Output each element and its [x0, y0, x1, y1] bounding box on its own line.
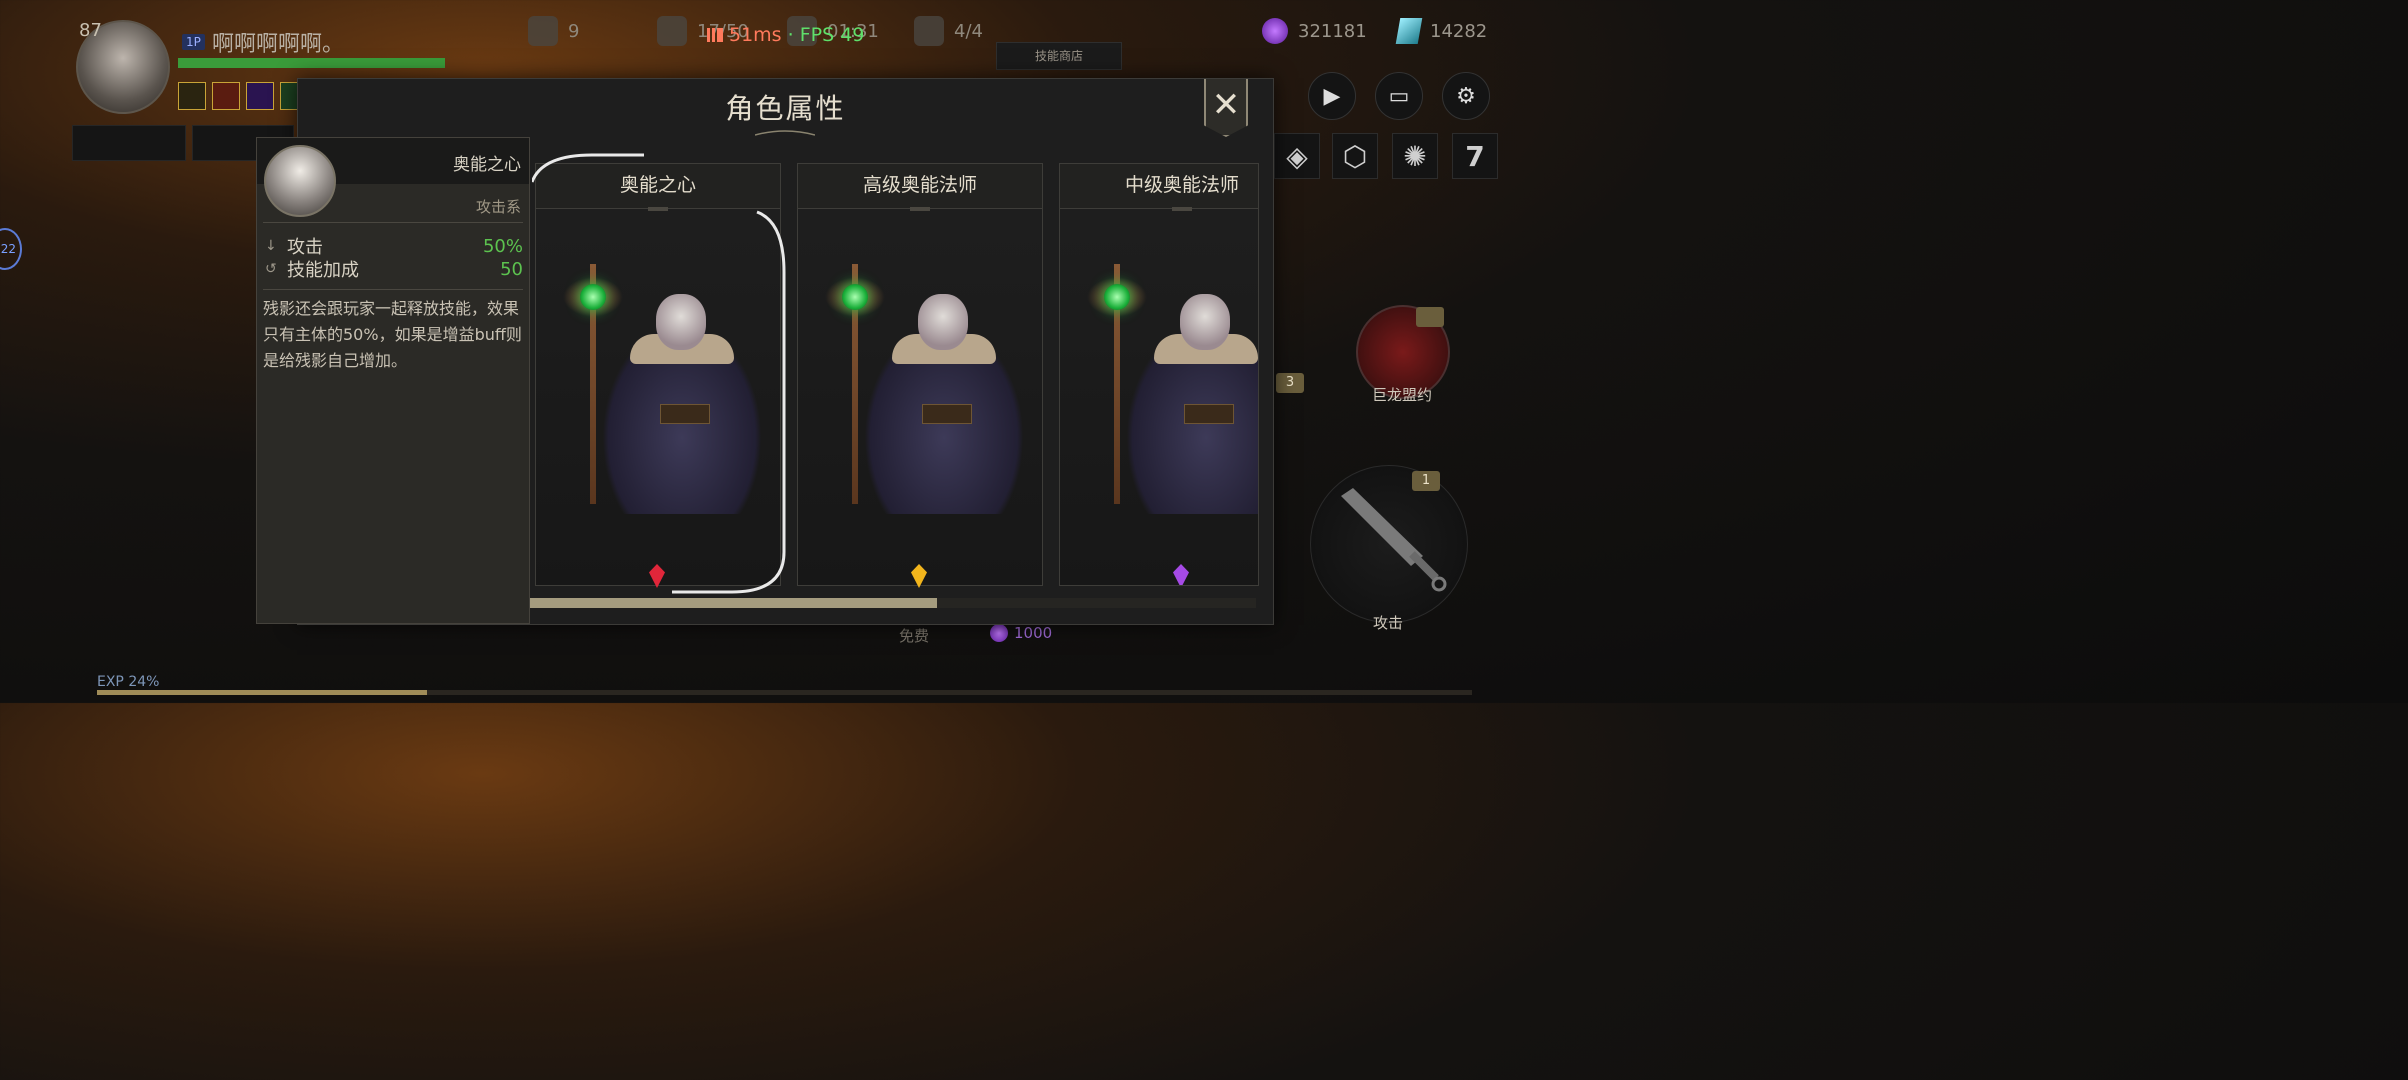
player-name: 啊啊啊啊啊。	[212, 32, 345, 57]
dialog-title: 角色属性	[725, 92, 846, 125]
hud-stat-wave: 4/4	[914, 16, 983, 46]
gear-button[interactable]: ⚙	[1442, 72, 1490, 120]
green-orb	[842, 284, 868, 310]
ping-value: 51ms	[729, 24, 782, 46]
mage-head	[1180, 294, 1230, 350]
mage-belt	[922, 404, 972, 424]
rarity-gem-icon	[1173, 564, 1189, 585]
skill-slot-1[interactable]: ◈	[1274, 133, 1320, 179]
player-hp-bar	[178, 58, 445, 68]
mage-belt	[1184, 404, 1234, 424]
buff-eye-icon[interactable]	[246, 82, 274, 110]
sword-icon	[1341, 488, 1447, 592]
dragon-badge	[1416, 307, 1444, 327]
mage-head	[918, 294, 968, 350]
purple-gem-icon	[1262, 18, 1288, 44]
hud-stat-fist: 9	[528, 16, 579, 46]
hud-tab-character[interactable]	[72, 125, 186, 161]
purple-gem-counter: 321181	[1262, 18, 1367, 44]
player-slot-badge: 1P	[182, 34, 205, 50]
teal-crystal-counter: 14282	[1395, 18, 1488, 44]
exp-label: EXP 24%	[97, 674, 160, 690]
divider	[263, 289, 523, 290]
free-label: 免费	[899, 627, 930, 645]
skill-shop-button[interactable]: 技能商店	[996, 42, 1122, 70]
attack-button[interactable]	[1310, 465, 1468, 623]
card-title: 高级奥能法师	[798, 164, 1042, 209]
character-type: 攻击系	[475, 198, 521, 216]
rarity-gem-icon	[911, 564, 927, 588]
selection-glow	[532, 153, 786, 594]
buff-paw-icon[interactable]	[178, 82, 206, 110]
attack-label: 攻击	[1373, 614, 1404, 632]
character-portrait	[264, 145, 336, 217]
fist-icon	[528, 16, 558, 46]
divider	[263, 222, 523, 223]
heart-icon	[657, 16, 687, 46]
stat-row-skill-bonus: ↺ 技能加成 50	[265, 256, 523, 282]
swirl-icon: ↺	[265, 261, 277, 277]
display-settings-button[interactable]: ▭	[1375, 72, 1423, 120]
skill-slot-3[interactable]: ✺	[1392, 133, 1438, 179]
purple-gem-icon	[990, 624, 1008, 642]
cost-value: 1000	[1014, 624, 1053, 642]
teal-crystal-icon	[1395, 18, 1423, 44]
card-ornament	[1172, 207, 1192, 211]
stat-value: 50%	[482, 235, 523, 257]
dragon-pact-label: 巨龙盟约	[1372, 386, 1433, 404]
skill-slot-4[interactable]: 7	[1452, 133, 1498, 179]
side-skill-badge: 3	[1276, 373, 1304, 393]
player-level: 87	[79, 20, 102, 41]
teal-crystal-value: 14282	[1430, 20, 1488, 42]
hud-stat-value: 9	[568, 20, 580, 42]
left-side-bubble[interactable]: 22	[0, 228, 22, 270]
character-card[interactable]: 中级奥能法师	[1059, 163, 1259, 586]
stat-value: 50	[500, 258, 523, 280]
cards-scroll-thumb[interactable]	[530, 598, 937, 608]
fps-value: FPS 49	[799, 24, 865, 46]
green-orb	[1104, 284, 1130, 310]
buff-key-icon[interactable]	[212, 82, 240, 110]
network-indicator: 51ms · FPS 49	[707, 24, 864, 46]
exp-bar-fill	[97, 690, 427, 695]
character-info-panel: 奥能之心 攻击系 ↓ 攻击 50% ↺ 技能加成 50 残影还会跟玩家一起释放技能，…	[256, 137, 530, 624]
character-card[interactable]: 高级奥能法师	[797, 163, 1043, 588]
demon-mask-icon	[914, 16, 944, 46]
skill-slot-2[interactable]: ⬡	[1332, 133, 1378, 179]
hud-stat-value: 4/4	[954, 20, 983, 42]
cost-label: 1000	[990, 624, 1052, 642]
attack-badge: 1	[1412, 471, 1440, 491]
separator: ·	[781, 24, 800, 46]
signal-bars-icon	[707, 28, 723, 42]
sword-icon: ↓	[265, 238, 277, 254]
exp-bar	[97, 690, 1472, 695]
card-title: 中级奥能法师	[1060, 164, 1258, 209]
close-button[interactable]: ✕	[1204, 79, 1248, 137]
play-button[interactable]: ▶	[1308, 72, 1356, 120]
character-name: 奥能之心	[453, 155, 521, 175]
stat-label: 技能加成	[287, 260, 359, 281]
character-description: 残影还会跟玩家一起释放技能，效果只有主体的50%，如果是增益buff则是给残影自…	[263, 299, 522, 370]
card-ornament	[910, 207, 930, 211]
title-ornament	[755, 130, 815, 136]
purple-gem-value: 321181	[1298, 20, 1367, 42]
